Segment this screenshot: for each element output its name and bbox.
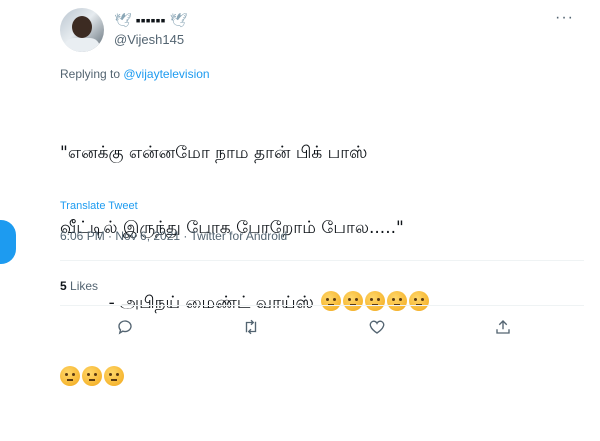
replying-to: Replying to @vijaytelevision: [60, 67, 210, 81]
translate-tweet-link[interactable]: Translate Tweet: [60, 200, 138, 212]
avatar[interactable]: [60, 8, 104, 52]
tweet-text-line-with-emoji: - அபிநய் மைண்ட் வாய்ஸ்: [60, 291, 580, 316]
divider: [60, 305, 584, 306]
likes-label: Likes: [70, 279, 99, 293]
compose-button[interactable]: [0, 220, 16, 264]
dove-icon: 🕊: [114, 11, 132, 28]
thinking-face-emoji: [321, 291, 342, 311]
thinking-face-emoji: [104, 366, 124, 386]
heart-icon[interactable]: [366, 316, 388, 338]
thinking-face-emoji: [82, 366, 102, 386]
tweet-text: "எனக்கு என்னமோ நாம தான் பிக் பாஸ் வீட்டி…: [60, 91, 580, 441]
tweet: 🕊 ▪▪▪▪▪▪ 🕊 @Vijesh145 ··· Replying to @v…: [44, 0, 600, 386]
more-icon[interactable]: ···: [555, 9, 574, 27]
replying-handle-link[interactable]: @vijaytelevision: [123, 67, 209, 81]
display-name-row[interactable]: 🕊 ▪▪▪▪▪▪ 🕊: [114, 10, 187, 30]
dove-icon: 🕊: [169, 11, 188, 28]
thinking-face-emoji: [365, 291, 386, 311]
emoji-line: [60, 366, 580, 391]
retweet-icon[interactable]: [240, 316, 262, 338]
thinking-face-emoji: [409, 291, 430, 311]
tweet-text-line: "எனக்கு என்னமோ நாம தான் பிக் பாஸ்: [60, 143, 368, 163]
replying-prefix: Replying to: [60, 67, 124, 81]
tweet-metadata[interactable]: 6:06 PM · Nov 6, 2021 · Twitter for Andr…: [60, 229, 287, 243]
divider: [60, 260, 584, 261]
user-handle[interactable]: @Vijesh145: [114, 32, 184, 47]
thinking-face-emoji: [60, 366, 80, 386]
reply-icon[interactable]: [114, 316, 136, 338]
display-name: ▪▪▪▪▪▪: [135, 12, 166, 28]
thinking-face-emoji: [387, 291, 408, 311]
likes-count[interactable]: 5 Likes: [60, 279, 98, 293]
likes-number: 5: [60, 279, 67, 293]
thinking-face-emoji: [343, 291, 364, 311]
tweet-actions: [60, 316, 584, 338]
share-icon[interactable]: [492, 316, 514, 338]
